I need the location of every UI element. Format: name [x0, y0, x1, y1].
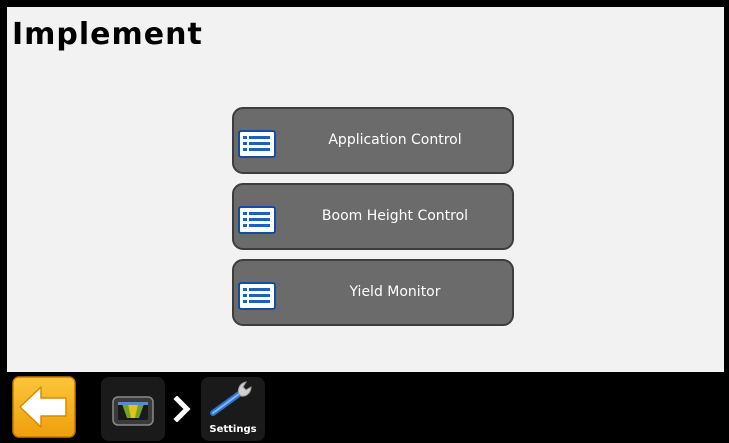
menu-item-label: Application Control	[328, 132, 462, 148]
back-button[interactable]	[12, 376, 76, 438]
menu-item-label: Yield Monitor	[349, 284, 441, 300]
wrench-icon	[210, 381, 252, 416]
display-icon	[112, 396, 154, 426]
list-icon	[238, 130, 276, 158]
application-control-button[interactable]: Application Control	[232, 107, 514, 174]
screen: Implement Application Control Boom Heigh…	[0, 0, 729, 443]
chevron-right-icon	[173, 396, 191, 422]
home-button[interactable]	[101, 377, 165, 441]
implement-menu: Application Control Boom Height Control	[232, 107, 516, 335]
list-icon	[238, 206, 276, 234]
main-panel: Implement Application Control Boom Heigh…	[7, 7, 724, 372]
settings-label: Settings	[209, 424, 257, 435]
settings-button[interactable]: Settings	[201, 377, 265, 441]
boom-height-control-button[interactable]: Boom Height Control	[232, 183, 514, 250]
menu-item-label: Boom Height Control	[321, 208, 469, 224]
page-title: Implement	[12, 17, 203, 52]
yield-monitor-button[interactable]: Yield Monitor	[232, 259, 514, 326]
list-icon	[238, 282, 276, 310]
